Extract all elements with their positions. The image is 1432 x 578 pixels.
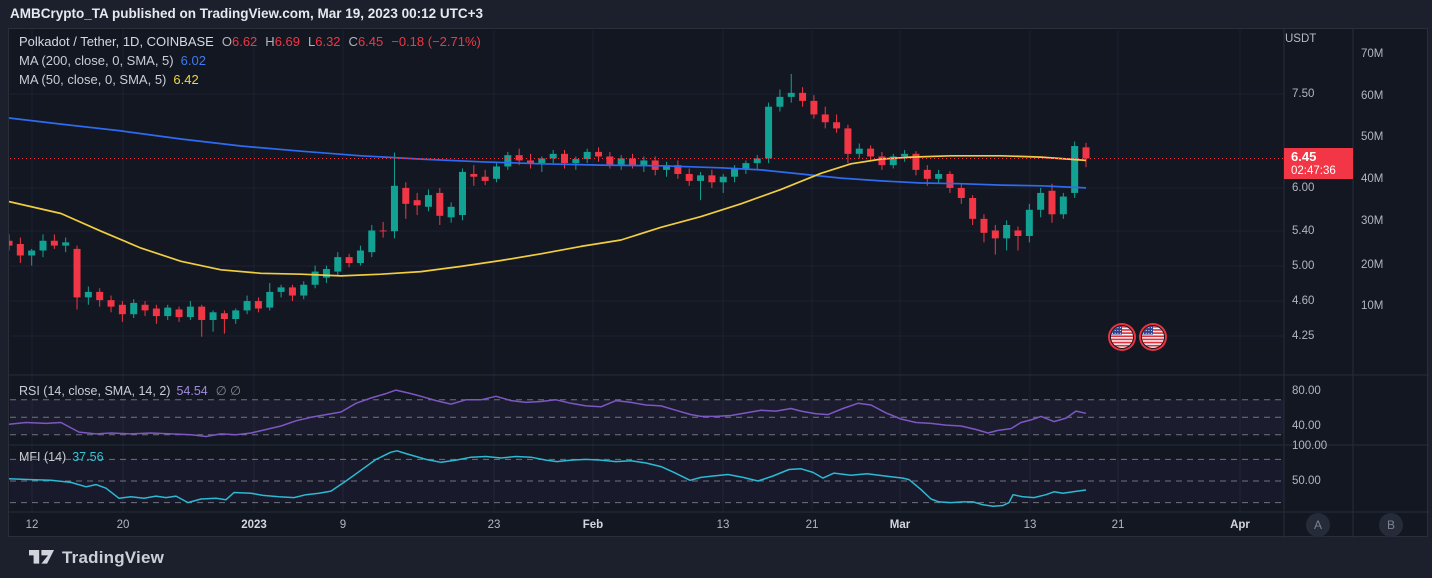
ma200-row[interactable]: MA (200, close, 0, SMA, 5) 6.02 — [19, 51, 481, 70]
ohlc-number: 6.62 — [232, 34, 257, 49]
footer-bar: TradingView — [0, 537, 1432, 578]
rsi-value: 54.54 — [176, 384, 207, 398]
tradingview-published-chart: AMBCrypto_TA published on TradingView.co… — [0, 0, 1432, 578]
tradingview-logo-icon[interactable] — [28, 549, 55, 566]
price-axis-currency[interactable]: USDT — [1285, 33, 1316, 45]
change-value: −0.18 (−2.71%) — [391, 34, 481, 49]
ohlc-number: 6.32 — [315, 34, 340, 49]
tradingview-wordmark[interactable]: TradingView — [62, 537, 164, 578]
mfi-value: 37.56 — [72, 450, 103, 464]
chart-frame[interactable]: 7.506.005.405.004.604.2570M60M50M40M30M2… — [8, 28, 1428, 537]
rsi-hidden-values: ∅ ∅ — [216, 384, 241, 398]
rsi-legend[interactable]: RSI (14, close, SMA, 14, 2) 54.54 ∅ ∅ — [19, 384, 241, 399]
rsi-label: RSI (14, close, SMA, 14, 2) — [19, 384, 170, 398]
symbol-row: Polkadot / Tether, 1D, COINBASE O6.62 H6.6… — [19, 32, 481, 51]
last-price-badge: 6.45 02:47:36 — [1284, 148, 1353, 179]
symbol-legend: Polkadot / Tether, 1D, COINBASE O6.62 H6.6… — [19, 32, 481, 89]
ohlc-values: O6.62H6.69L6.32C6.45 — [214, 34, 383, 49]
ohlc-letter: O — [222, 34, 232, 49]
ohlc-number: 6.69 — [275, 34, 300, 49]
ma50-row[interactable]: MA (50, close, 0, SMA, 5) 6.42 — [19, 70, 481, 89]
price-scale-b-button[interactable]: B — [1379, 513, 1403, 537]
ma50-label: MA (50, close, 0, SMA, 5) — [19, 72, 166, 87]
ma200-label: MA (200, close, 0, SMA, 5) — [19, 53, 174, 68]
attribution-text[interactable]: AMBCrypto_TA published on TradingView.co… — [10, 0, 483, 28]
last-price: 6.45 — [1291, 149, 1353, 165]
chart-canvas[interactable] — [9, 29, 1429, 538]
price-scale-a-button[interactable]: A — [1306, 513, 1330, 537]
ma50-value: 6.42 — [173, 72, 198, 87]
mfi-label: MFI (14) — [19, 450, 66, 464]
us-flag-event-icon[interactable] — [1108, 323, 1136, 351]
symbol-title[interactable]: Polkadot / Tether, 1D, COINBASE — [19, 34, 214, 49]
ohlc-letter: C — [349, 34, 358, 49]
ma200-value: 6.02 — [181, 53, 206, 68]
ohlc-number: 6.45 — [358, 34, 383, 49]
us-flag-event-icon[interactable] — [1139, 323, 1167, 351]
attribution-bar: AMBCrypto_TA published on TradingView.co… — [0, 0, 1432, 28]
mfi-legend[interactable]: MFI (14) 37.56 — [19, 450, 104, 465]
ohlc-letter: H — [265, 34, 274, 49]
bar-close-countdown: 02:47:36 — [1291, 165, 1353, 178]
